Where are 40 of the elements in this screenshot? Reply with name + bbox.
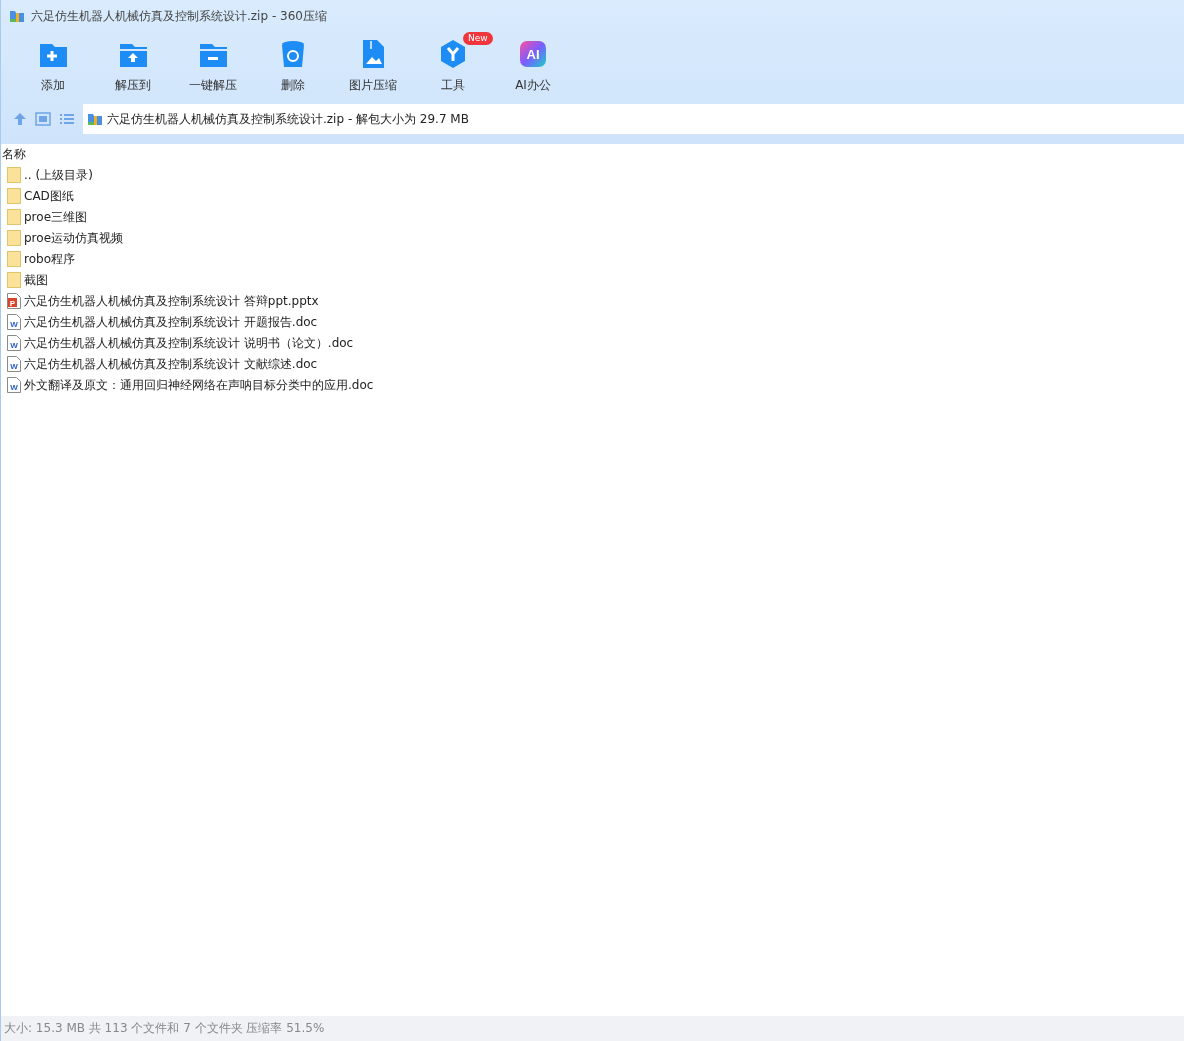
list-icon[interactable] <box>59 112 75 126</box>
folder-icon <box>7 166 21 183</box>
archive-icon <box>9 8 25 24</box>
toolbar-button[interactable]: 工具 New <box>413 32 493 94</box>
toolbar-button[interactable]: 添加 <box>13 32 93 94</box>
folder-icon <box>7 229 21 246</box>
up-arrow-icon[interactable] <box>13 112 27 126</box>
file-name[interactable]: 外文翻译及原文：通用回归神经网络在声呐目标分类中的应用.doc <box>24 375 374 394</box>
column-header[interactable]: 名称 <box>1 144 1184 164</box>
file-name[interactable]: 六足仿生机器人机械仿真及控制系统设计 说明书（论文）.doc <box>24 333 354 352</box>
file-name[interactable]: .. (上级目录) <box>24 165 93 184</box>
presentation-file-icon: P <box>7 292 21 309</box>
new-badge: New <box>463 32 493 45</box>
toolbar-button[interactable]: 解压到 <box>93 32 173 94</box>
file-name[interactable]: 六足仿生机器人机械仿真及控制系统设计 文献综述.doc <box>24 354 318 373</box>
folder-icon <box>7 271 21 288</box>
file-name[interactable]: 六足仿生机器人机械仿真及控制系统设计 答辩ppt.pptx <box>24 291 319 310</box>
file-name[interactable]: CAD图纸 <box>24 186 74 205</box>
file-name[interactable]: proe运动仿真视频 <box>24 228 123 247</box>
view-icon[interactable] <box>35 112 51 126</box>
toolbar-button[interactable]: 删除 <box>253 32 333 94</box>
ai-icon: AI <box>517 38 549 70</box>
document-file-icon: W <box>7 313 21 330</box>
toolbar-button[interactable]: AI AI办公 <box>493 32 573 94</box>
folder-icon <box>7 208 21 225</box>
file-name[interactable]: proe三维图 <box>24 207 87 226</box>
path-field[interactable]: 六足仿生机器人机械仿真及控制系统设计.zip - 解包大小为 29.7 MB <box>83 104 1184 134</box>
archive-icon <box>87 111 103 127</box>
file-name[interactable]: robo程序 <box>24 249 75 268</box>
folder-icon <box>7 187 21 204</box>
document-file-icon: W <box>7 334 21 351</box>
document-file-icon: W <box>7 376 21 393</box>
file-name[interactable]: 六足仿生机器人机械仿真及控制系统设计 开题报告.doc <box>24 312 318 331</box>
document-file-icon: W <box>7 355 21 372</box>
file-name[interactable]: 截图 <box>24 270 48 289</box>
status-text: 大小: 15.3 MB 共 113 个文件和 7 个文件夹 压缩率 51.5% <box>1 1016 1184 1041</box>
window-title: 六足仿生机器人机械仿真及控制系统设计.zip - 360压缩 <box>31 8 327 25</box>
toolbar-button[interactable]: 一键解压 <box>173 32 253 94</box>
toolbar-button[interactable]: 图片压缩 <box>333 32 413 94</box>
folder-icon <box>7 250 21 267</box>
